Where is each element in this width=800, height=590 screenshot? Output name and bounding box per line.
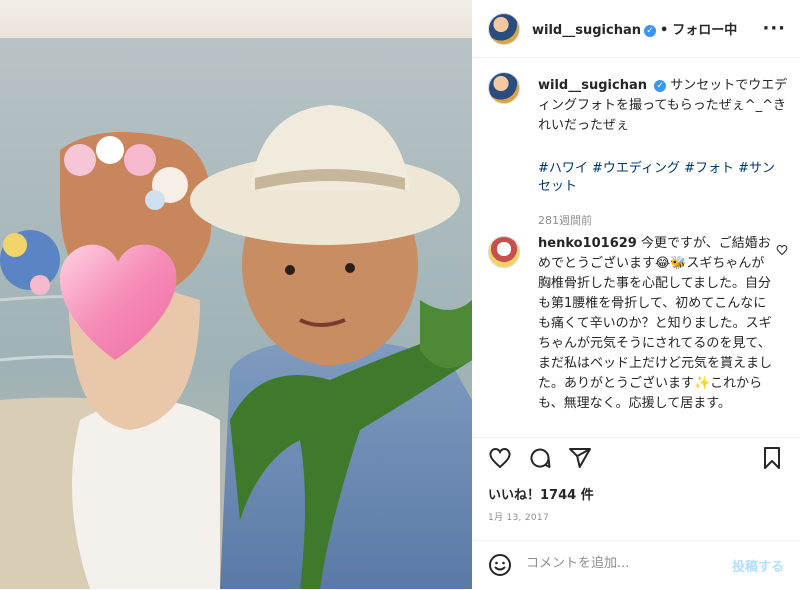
- post-comment-button[interactable]: 投稿する: [732, 556, 784, 575]
- caption-avatar[interactable]: [488, 72, 520, 104]
- caption-username[interactable]: wild__sugichan: [538, 78, 647, 93]
- separator-dot: •: [659, 23, 669, 38]
- post-sidebar: wild__sugichan ✓ • フォロー中 ··· wild__sugichan…: [472, 0, 800, 589]
- post-header: wild__sugichan ✓ • フォロー中 ···: [472, 0, 800, 58]
- likes-count[interactable]: いいね！1744 件: [488, 484, 594, 503]
- commenter-username[interactable]: henko101629: [538, 236, 637, 251]
- post-photo[interactable]: [0, 0, 472, 589]
- like-heart-icon[interactable]: [488, 446, 512, 470]
- following-button[interactable]: フォロー中: [672, 23, 737, 38]
- caption-age[interactable]: 281週間前: [538, 212, 592, 228]
- post-image: [0, 0, 472, 589]
- verified-badge-icon: ✓: [643, 24, 656, 37]
- emoji-smile-icon[interactable]: [488, 553, 512, 577]
- comment-text: 今更ですが、ご結婚おめでとうございます😂🐝スギちゃんが胸椎骨折した事を心配してま…: [538, 236, 773, 411]
- caption-verified-badge-icon: ✓: [654, 79, 667, 92]
- comments-section[interactable]: wild__sugichan ✓ サンセットでウエディングフォトを撮ってもらった…: [472, 58, 800, 433]
- author-line: wild__sugichan ✓ • フォロー中: [532, 19, 737, 38]
- author-username[interactable]: wild__sugichan: [532, 23, 641, 38]
- more-options-icon[interactable]: ···: [762, 18, 786, 39]
- post-date[interactable]: 1月 13, 2017: [488, 510, 549, 523]
- comment-like-heart-icon[interactable]: [776, 244, 788, 256]
- save-bookmark-icon[interactable]: [760, 446, 784, 470]
- action-bar: [472, 437, 800, 478]
- caption-text-block: wild__sugichan ✓ サンセットでウエディングフォトを撮ってもらった…: [538, 76, 788, 136]
- author-avatar[interactable]: [488, 13, 520, 45]
- comment-input[interactable]: [524, 555, 728, 572]
- add-comment-bar: 投稿する: [472, 540, 800, 590]
- comment-text-block: henko101629 今更ですが、ご結婚おめでとうございます😂🐝スギちゃんが胸…: [538, 234, 776, 414]
- comment-bubble-icon[interactable]: [528, 446, 552, 470]
- caption-hashtags[interactable]: #ハワイ #ウエディング #フォト #サンセット: [538, 160, 778, 196]
- share-send-icon[interactable]: [568, 446, 592, 470]
- commenter-avatar[interactable]: [488, 236, 520, 268]
